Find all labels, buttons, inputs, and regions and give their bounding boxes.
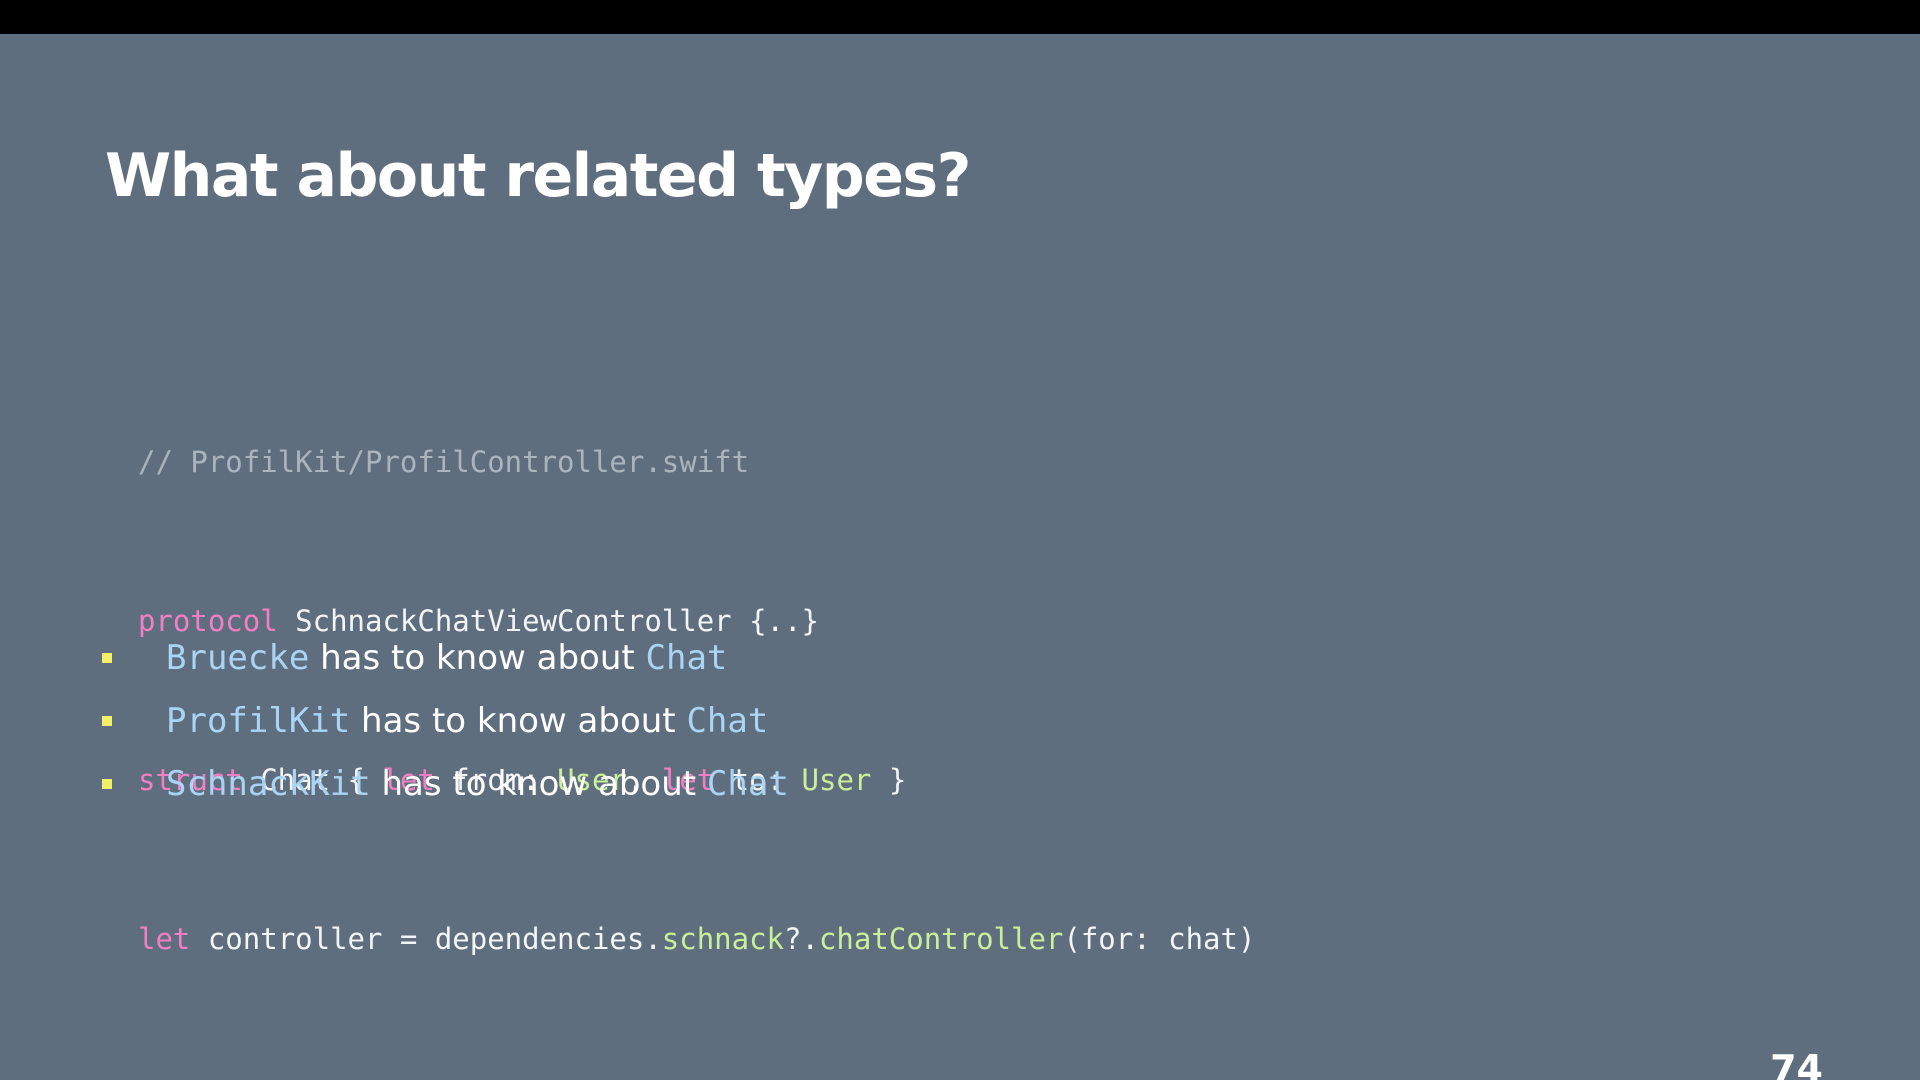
bullet-text: has to know about (370, 763, 707, 804)
bullet-object: Chat (686, 700, 769, 741)
bullet-marker-icon (102, 715, 112, 726)
bullet-marker-icon (102, 778, 112, 789)
bullet-text: has to know about (350, 700, 687, 741)
code-line-1: // ProfilKit/ProfilController.swift (138, 436, 1255, 489)
letterbox-bar (0, 0, 1920, 34)
code-text: controller = dependencies. (190, 922, 662, 956)
bullet-item: Bruecke has to know about Chat (102, 626, 789, 689)
code-line-4: let controller = dependencies.schnack?.c… (138, 913, 1255, 966)
page-number: 74 (1770, 1047, 1823, 1080)
bullet-item: SchnackKit has to know about Chat (102, 752, 789, 815)
bullet-marker-icon (102, 652, 112, 663)
bullet-text: has to know about (309, 637, 646, 678)
code-text: ?. (784, 922, 819, 956)
bullet-object: Chat (706, 763, 789, 804)
slide: What about related types? // ProfilKit/P… (0, 34, 1920, 1080)
code-keyword: let (138, 922, 191, 956)
code-method: chatController (818, 922, 1064, 956)
bullet-list: Bruecke has to know about Chat ProfilKit… (102, 626, 789, 815)
code-text: (for: chat) (1063, 922, 1256, 956)
bullet-subject: SchnackKit (166, 763, 371, 804)
slide-title: What about related types? (105, 141, 971, 211)
bullet-item: ProfilKit has to know about Chat (102, 689, 789, 752)
bullet-object: Chat (645, 637, 728, 678)
bullet-subject: ProfilKit (166, 700, 351, 741)
code-property: schnack (661, 922, 785, 956)
code-comment: // ProfilKit/ProfilController.swift (138, 445, 750, 479)
code-text: } (871, 763, 907, 797)
bullet-subject: Bruecke (166, 637, 310, 678)
code-type: User (801, 763, 872, 797)
